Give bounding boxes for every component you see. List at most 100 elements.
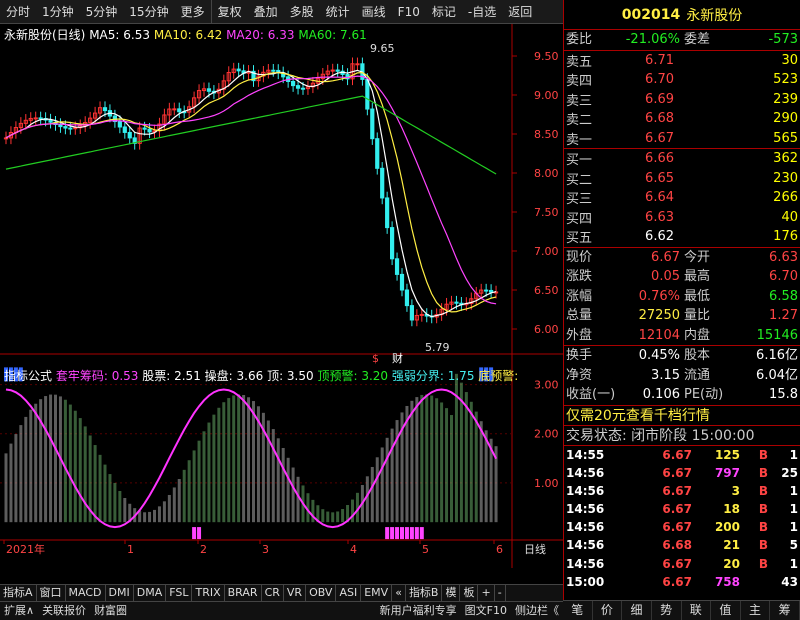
stat-row: 现价 6.67 今开 6.63 [566, 248, 798, 268]
candle-body [409, 305, 414, 321]
bottom-item-1[interactable]: 关联报价 [38, 602, 90, 620]
bottom-item-5[interactable]: 侧边栏《 [511, 602, 563, 620]
indicator-tab-3[interactable]: DMI [106, 585, 134, 601]
bottom-signal [404, 527, 409, 540]
tick-count: 1 [789, 520, 798, 535]
candle-body [63, 126, 68, 129]
sell-row: 卖三 6.69 239 [564, 90, 800, 110]
buy-price: 6.65 [645, 170, 674, 186]
candle-body [33, 117, 38, 120]
buy-label: 买三 [566, 192, 593, 208]
indicator-tab-14[interactable]: 指标B [406, 585, 443, 601]
candle-body [172, 108, 177, 111]
trapped-chip-legend: 套牢筹码: 0.53 [55, 369, 139, 383]
indicator-name[interactable]: 指标公式 [4, 369, 52, 383]
toolbar-0[interactable]: 分时 [0, 0, 36, 24]
ma5-line [5, 69, 497, 318]
chart-title: 永新股份(日线) [4, 28, 86, 42]
indicator-tab-15[interactable]: 模 [442, 585, 461, 601]
bottom-item-4[interactable]: 图文F10 [461, 602, 511, 620]
toolbar-9[interactable]: 画线 [356, 0, 392, 24]
indicator-tab-6[interactable]: TRIX [192, 585, 225, 601]
quote-tab-4[interactable]: 联 [682, 601, 712, 620]
bottom-item-3[interactable]: 新用户福利专享 [376, 602, 461, 620]
bottom-item-0[interactable]: 扩展∧ [0, 602, 38, 620]
toolbar-13[interactable]: 返回 [502, 0, 538, 24]
indicator-bar [415, 397, 419, 523]
toolbar-3[interactable]: 15分钟 [123, 0, 174, 24]
bottom-signal [395, 527, 400, 540]
tick-side: B [758, 483, 768, 498]
ind-axis-label: 3.00 [534, 379, 559, 392]
indicator-tab-16[interactable]: 板 [460, 585, 479, 601]
quote-tab-1[interactable]: 价 [593, 601, 623, 620]
indicator-tab-13[interactable]: « [392, 585, 406, 601]
promo-link[interactable]: 仅需20元查看千档行情 [564, 404, 800, 425]
indicator-bar [479, 421, 483, 523]
stock-legend: 股票: 2.51 [142, 369, 201, 383]
tick-volume: 758 [714, 574, 740, 589]
indicator-bar [202, 431, 206, 523]
indicator-tab-18[interactable]: - [495, 585, 506, 601]
toolbar-5[interactable]: 复权 [210, 0, 248, 24]
toolbar-1[interactable]: 1分钟 [36, 0, 80, 24]
quote-tab-2[interactable]: 细 [622, 601, 652, 620]
indicator-bar [167, 494, 171, 523]
toolbar-4[interactable]: 更多 [175, 0, 211, 24]
toolbar-2[interactable]: 5分钟 [80, 0, 124, 24]
tick-row: 14:56 6.67 797 B 25 [566, 464, 798, 482]
toolbar-8[interactable]: 统计 [320, 0, 356, 24]
bottom-signal [414, 527, 419, 540]
indicator-bar [296, 476, 300, 523]
quote-tab-7[interactable]: 筹 [770, 601, 800, 620]
stat-row: 涨跌 0.05 最高 6.70 [566, 267, 798, 287]
indicator-tab-7[interactable]: BRAR [225, 585, 262, 601]
stat-value: 0.05 [651, 269, 680, 284]
indicator-tab-1[interactable]: 窗口 [37, 585, 66, 601]
indicator-tab-10[interactable]: OBV [306, 585, 337, 601]
high-annotation: 9.65 [370, 42, 395, 55]
indicator-tab-12[interactable]: EMV [361, 585, 393, 601]
toolbar-10[interactable]: F10 [392, 0, 426, 24]
indicator-tab-11[interactable]: ASI [336, 585, 362, 601]
indicator-bar [9, 443, 13, 523]
tick-count: 43 [781, 574, 798, 589]
ma10-line [5, 71, 497, 313]
toolbar-11[interactable]: 标记 [426, 0, 462, 24]
tick-side: B [758, 520, 768, 535]
bottom-item-2[interactable]: 财富圈 [90, 602, 131, 620]
indicator-bar [83, 426, 87, 523]
indicator-tab-0[interactable]: 指标A [0, 585, 37, 601]
quote-tab-6[interactable]: 主 [741, 601, 771, 620]
indicator-bar [4, 453, 8, 523]
stat-value: 3.15 [651, 367, 680, 383]
toolbar-6[interactable]: 叠加 [248, 0, 284, 24]
quote-tab-5[interactable]: 值 [711, 601, 741, 620]
indicator-tab-17[interactable]: + [478, 585, 495, 601]
indicator-tab-9[interactable]: VR [284, 585, 307, 601]
indicator-tab-2[interactable]: MACD [66, 585, 106, 601]
candle-body [122, 126, 127, 133]
time-axis-label: 2 [200, 543, 207, 556]
bottom-bar: 扩展∧ 关联报价 财富圈 新用户福利专享 图文F10 侧边栏《 [0, 601, 563, 620]
indicator-bar [420, 394, 424, 523]
indicator-tab-4[interactable]: DMA [134, 585, 167, 601]
ma60-line [5, 95, 497, 175]
indicator-bar [336, 511, 340, 523]
tick-time: 14:55 [566, 447, 605, 462]
sell-row: 卖五 6.71 30 [564, 51, 800, 71]
quote-tab-0[interactable]: 笔 [563, 601, 593, 620]
toolbar-12[interactable]: -自选 [462, 0, 502, 24]
buy-volume: 176 [773, 229, 798, 245]
indicator-tab-8[interactable]: CR [262, 585, 284, 601]
tick-side: B [758, 538, 768, 553]
candle-body [300, 87, 306, 90]
stats-block-2: 换手 0.45% 股本 6.16亿 净资 3.15 流通 6.04亿 收益(一) 0.106 PE(… [564, 345, 800, 405]
tick-volume: 3 [731, 483, 740, 498]
promo-text: 仅需20元查看千档行情 [566, 407, 710, 424]
indicator-tab-5[interactable]: FSL [166, 585, 193, 601]
quote-tab-3[interactable]: 势 [652, 601, 682, 620]
toolbar-7[interactable]: 多股 [284, 0, 320, 24]
indicator-bar [182, 469, 186, 523]
time-axis-label: 3 [262, 543, 269, 556]
